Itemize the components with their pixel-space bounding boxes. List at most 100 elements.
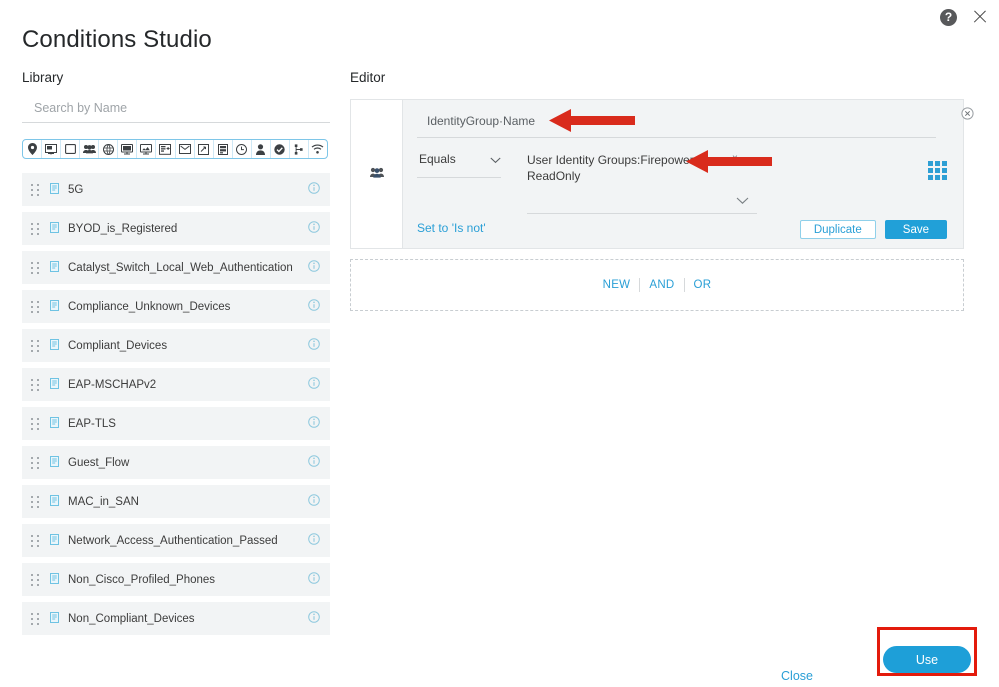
condition-doc-icon	[50, 181, 59, 199]
list-item[interactable]: Non_Cisco_Profiled_Phones	[22, 563, 330, 596]
condition-type-gutter	[351, 100, 403, 248]
list-item-label: MAC_in_SAN	[68, 495, 139, 508]
new-condition-button[interactable]: NEW	[594, 279, 640, 291]
drag-handle-icon[interactable]	[31, 379, 40, 392]
drag-handle-icon[interactable]	[31, 457, 40, 470]
page-title: Conditions Studio	[22, 26, 212, 53]
condition-doc-icon	[50, 415, 59, 433]
condition-doc-icon	[50, 337, 59, 355]
portal-icon[interactable]	[156, 140, 176, 158]
info-icon[interactable]	[308, 571, 320, 589]
network-device-icon[interactable]	[42, 140, 62, 158]
info-icon[interactable]	[308, 376, 320, 394]
wifi-icon[interactable]	[309, 140, 327, 158]
duplicate-button[interactable]: Duplicate	[799, 220, 876, 239]
add-condition-box: NEW AND OR	[350, 259, 964, 311]
condition-buttons: Duplicate Save	[799, 220, 947, 239]
info-icon[interactable]	[308, 493, 320, 511]
monitor-icon[interactable]	[137, 140, 157, 158]
close-button[interactable]: Close	[781, 669, 813, 683]
list-item[interactable]: Compliance_Unknown_Devices	[22, 290, 330, 323]
info-icon[interactable]	[308, 298, 320, 316]
editor-panel: Editor IdentityGroup·Name Equals User Id…	[350, 70, 974, 311]
condition-body: IdentityGroup·Name Equals User Identity …	[403, 100, 963, 248]
chevron-down-icon	[490, 153, 501, 167]
operator-select[interactable]: Equals	[417, 152, 501, 178]
condition-doc-icon	[50, 259, 59, 277]
list-item[interactable]: 5G	[22, 173, 330, 206]
info-icon[interactable]	[308, 181, 320, 199]
remove-value-icon[interactable]: ×	[732, 154, 738, 164]
list-item-label: Compliant_Devices	[68, 339, 168, 352]
server-icon[interactable]	[214, 140, 233, 158]
grid-picker-icon[interactable]	[928, 161, 947, 180]
posture-icon[interactable]	[195, 140, 214, 158]
person-icon[interactable]	[252, 140, 271, 158]
list-item-label: Network_Access_Authentication_Passed	[68, 534, 278, 547]
condition-doc-icon	[50, 493, 59, 511]
check-circle-icon[interactable]	[271, 140, 290, 158]
list-item[interactable]: Catalyst_Switch_Local_Web_Authentication	[22, 251, 330, 284]
list-item[interactable]: Compliant_Devices	[22, 329, 330, 362]
list-item[interactable]: BYOD_is_Registered	[22, 212, 330, 245]
drag-handle-icon[interactable]	[31, 262, 40, 275]
info-icon[interactable]	[308, 337, 320, 355]
or-operator-button[interactable]: OR	[685, 279, 721, 291]
clock-icon[interactable]	[233, 140, 252, 158]
condition-middle-row: Equals User Identity Groups:Firepower Re…	[417, 152, 947, 214]
set-is-not-link[interactable]: Set to 'Is not'	[417, 221, 486, 235]
identity-group-icon	[369, 165, 384, 183]
editor-label: Editor	[350, 70, 386, 85]
drag-handle-icon[interactable]	[31, 418, 40, 431]
search-wrapper	[22, 99, 330, 123]
location-pin-icon[interactable]	[23, 140, 43, 158]
list-item-label: Catalyst_Switch_Local_Web_Authentication	[68, 261, 293, 274]
logic-operators: NEW AND OR	[594, 278, 721, 292]
drag-handle-icon[interactable]	[31, 301, 40, 314]
search-input[interactable]	[22, 99, 330, 123]
list-item[interactable]: EAP-MSCHAPv2	[22, 368, 330, 401]
drag-handle-icon[interactable]	[31, 496, 40, 509]
info-icon[interactable]	[308, 259, 320, 277]
help-circle-icon[interactable]: ?	[940, 8, 957, 26]
attribute-field[interactable]: IdentityGroup·Name	[417, 114, 936, 138]
drag-handle-icon[interactable]	[31, 574, 40, 587]
list-item-label: EAP-MSCHAPv2	[68, 378, 157, 391]
operator-value: Equals	[419, 152, 456, 166]
condition-doc-icon	[50, 298, 59, 316]
topology-icon[interactable]	[290, 140, 309, 158]
desktop-icon[interactable]	[118, 140, 138, 158]
chevron-down-icon[interactable]	[736, 192, 749, 210]
and-operator-button[interactable]: AND	[640, 279, 683, 291]
globe-icon[interactable]	[99, 140, 119, 158]
list-item[interactable]: EAP-TLS	[22, 407, 330, 440]
info-icon[interactable]	[308, 532, 320, 550]
envelope-icon[interactable]	[176, 140, 195, 158]
save-button[interactable]: Save	[884, 220, 947, 239]
library-panel: Library Search by Name 5G BYOD_is_Regist…	[22, 70, 330, 641]
condition-doc-icon	[50, 454, 59, 472]
filter-icon-bar	[22, 139, 328, 159]
identity-group-icon[interactable]	[80, 140, 100, 158]
value-field[interactable]: User Identity Groups:Firepower ReadOnly …	[527, 152, 757, 214]
close-icon[interactable]	[971, 8, 989, 26]
drag-handle-icon[interactable]	[31, 223, 40, 236]
info-icon[interactable]	[308, 415, 320, 433]
list-item[interactable]: Guest_Flow	[22, 446, 330, 479]
list-item[interactable]: MAC_in_SAN	[22, 485, 330, 518]
library-label: Library	[22, 70, 64, 85]
drag-handle-icon[interactable]	[31, 535, 40, 548]
condition-doc-icon	[50, 220, 59, 238]
list-item-label: 5G	[68, 183, 84, 196]
info-icon[interactable]	[308, 454, 320, 472]
value-chip: User Identity Groups:Firepower ReadOnly	[527, 153, 694, 183]
list-item-label: EAP-TLS	[68, 417, 116, 430]
square-outline-icon[interactable]	[61, 140, 81, 158]
list-item-label: Guest_Flow	[68, 456, 130, 469]
drag-handle-icon[interactable]	[31, 184, 40, 197]
library-list: 5G BYOD_is_Registered Catalyst_Switch_Lo…	[22, 173, 330, 635]
list-item[interactable]: Network_Access_Authentication_Passed	[22, 524, 330, 557]
use-button[interactable]: Use	[883, 646, 971, 673]
drag-handle-icon[interactable]	[31, 340, 40, 353]
info-icon[interactable]	[308, 220, 320, 238]
